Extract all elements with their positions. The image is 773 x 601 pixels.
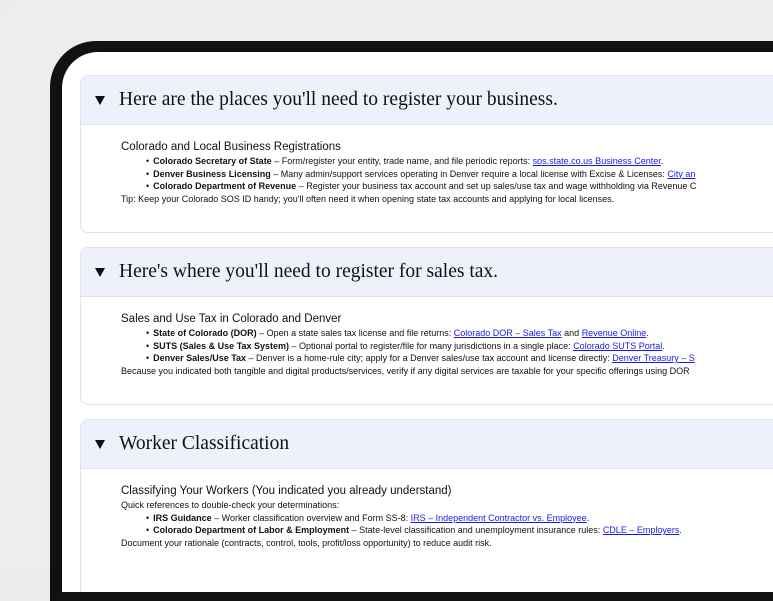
list-item: • SUTS (Sales & Use Tax System) – Optiona… [121, 340, 773, 353]
list-item: • Denver Business Licensing – Many admin/… [121, 168, 773, 181]
section-subtitle: Sales and Use Tax in Colorado and Denver [121, 313, 342, 325]
dor-sales-tax-link[interactable]: Colorado DOR – Sales Tax [454, 328, 562, 338]
item-bold: Denver Business Licensing [153, 168, 271, 179]
list-item: • Denver Sales/Use Tax – Denver is a home… [121, 352, 773, 365]
link-joiner: and [561, 328, 582, 338]
collapse-triangle-icon[interactable] [95, 267, 105, 277]
revenue-online-link[interactable]: Revenue Online [582, 328, 647, 338]
section-header[interactable]: Worker Classification [81, 420, 773, 469]
section-title: Worker Classification [119, 433, 290, 454]
section-intro: Quick references to double-check your de… [121, 500, 340, 510]
item-bold: Colorado Department of Revenue [153, 181, 297, 191]
section-title: Here's where you'll need to register for… [119, 261, 499, 282]
denver-treasury-link[interactable]: Denver Treasury – S [612, 353, 695, 363]
item-tail: . [586, 512, 590, 523]
cdle-employers-link[interactable]: CDLE – Employers [603, 525, 680, 535]
item-text: – Register your business tax account and… [296, 181, 697, 191]
city-and-county-link[interactable]: City an [667, 169, 695, 179]
section-header[interactable]: Here's where you'll need to register for… [81, 248, 773, 297]
bullet-icon: • [146, 181, 150, 191]
item-bold: Denver Sales/Use Tax [153, 353, 247, 363]
tablet-screen: Here are the places you'll need to regis… [62, 52, 773, 592]
item-text: – Open a state sales tax license and fil… [256, 328, 454, 338]
item-text: – Worker classification overview and For… [211, 512, 411, 523]
irs-contractor-link[interactable]: IRS – Independent Contractor vs. Employe… [411, 513, 587, 523]
item-text: – Form/register your entity, trade name,… [271, 156, 533, 166]
item-text: – Denver is a home-rule city; apply for … [246, 353, 613, 363]
section-note: Document your rationale (contracts, cont… [121, 537, 492, 548]
collapse-triangle-icon[interactable] [95, 95, 105, 105]
item-bold: IRS Guidance [153, 512, 212, 523]
item-bold: Colorado Secretary of State [153, 156, 272, 166]
bullet-icon: • [146, 340, 150, 351]
item-text: – Many admin/support services operating … [270, 168, 668, 179]
bullet-icon: • [146, 353, 150, 363]
sos-business-center-link[interactable]: sos.state.co.us Business Center [533, 156, 661, 166]
item-text: – Optional portal to register/file for m… [289, 340, 574, 351]
bullet-icon: • [146, 328, 150, 338]
section-header[interactable]: Here are the places you'll need to regis… [81, 76, 773, 125]
list-item: • Colorado Department of Labor & Employme… [121, 524, 773, 537]
list-item: • Colorado Department of Revenue – Regist… [121, 180, 773, 193]
section-body: Colorado and Local Business Registration… [81, 125, 773, 205]
section-business-registration: Here are the places you'll need to regis… [80, 75, 773, 233]
section-title: Here are the places you'll need to regis… [119, 89, 558, 110]
item-tail: . [679, 525, 682, 535]
bullet-icon: • [146, 156, 150, 166]
bullet-icon: • [146, 168, 150, 179]
item-bold: Colorado Department of Labor & Employmen… [153, 525, 350, 535]
suts-portal-link[interactable]: Colorado SUTS Portal [573, 341, 662, 351]
list-item: • IRS Guidance – Worker classification ov… [121, 512, 773, 525]
item-bold: State of Colorado (DOR) [153, 328, 257, 338]
section-subtitle: Colorado and Local Business Registration… [121, 141, 341, 153]
section-sales-tax: Here's where you'll need to register for… [80, 247, 773, 405]
item-tail: . [662, 340, 665, 351]
bullet-icon: • [146, 525, 150, 535]
collapse-triangle-icon[interactable] [95, 439, 105, 449]
item-text: – State-level classification and unemplo… [349, 525, 603, 535]
bullet-icon: • [146, 512, 150, 523]
section-note: Tip: Keep your Colorado SOS ID handy; yo… [121, 193, 615, 204]
section-body: Sales and Use Tax in Colorado and Denver… [81, 297, 773, 377]
list-item: • State of Colorado (DOR) – Open a state … [121, 327, 773, 340]
list-item: • Colorado Secretary of State – Form/regi… [121, 155, 773, 168]
item-bold: SUTS (Sales & Use Tax System) [153, 340, 290, 351]
section-worker-classification: Worker Classification Classifying Your W… [80, 419, 773, 592]
section-note: Because you indicated both tangible and … [121, 365, 690, 376]
section-body: Classifying Your Workers (You indicated … [81, 469, 773, 549]
item-tail: . [660, 156, 664, 166]
section-subtitle: Classifying Your Workers (You indicated … [121, 485, 452, 497]
item-tail: . [646, 328, 649, 338]
